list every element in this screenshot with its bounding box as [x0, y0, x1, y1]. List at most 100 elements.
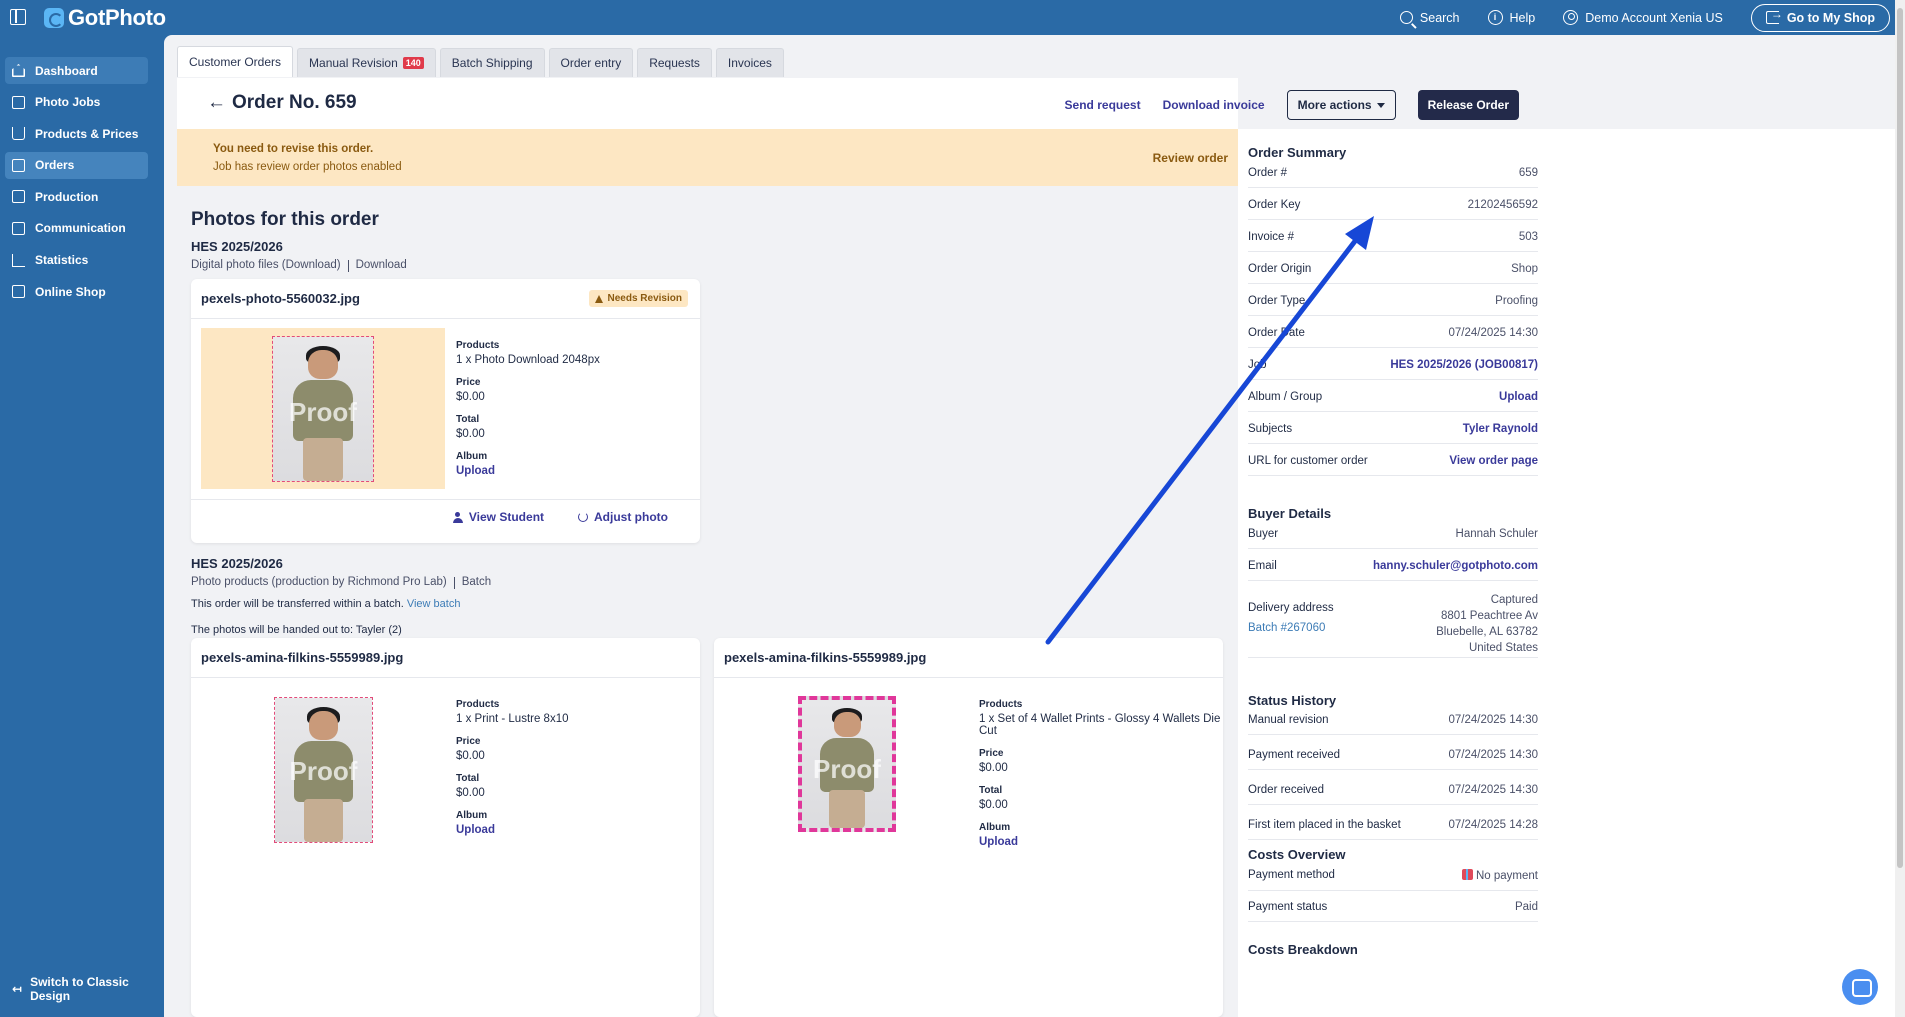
photo-thumbnail[interactable]: Proof [274, 697, 373, 843]
download-invoice-button[interactable]: Download invoice [1163, 98, 1265, 112]
row-key: URL for customer order [1248, 455, 1368, 467]
help-label: Help [1509, 10, 1536, 25]
chart-icon [12, 253, 25, 267]
buyer-details-title: Buyer Details [1248, 506, 1332, 521]
account-menu[interactable]: Demo Account Xenia US [1563, 10, 1723, 25]
sidebar-item-photo-jobs[interactable]: Photo Jobs [5, 89, 148, 116]
scrollbar-thumb[interactable] [1897, 8, 1903, 868]
album-group-link[interactable]: Upload [1499, 391, 1538, 403]
total-value: $0.00 [456, 428, 485, 440]
album-label: Album [456, 810, 488, 821]
order-panel: ← Order No. 659 Send request Download in… [177, 78, 1519, 1017]
row-value: Shop [1511, 263, 1538, 275]
sidebar-item-dashboard[interactable]: Dashboard [5, 57, 148, 84]
review-order-link[interactable]: Review order [1153, 151, 1228, 165]
summary-row: Subjects Tyler Raynold [1248, 423, 1538, 444]
price-label: Price [979, 748, 1004, 759]
photo-head [308, 710, 339, 740]
sidebar-item-label: Orders [35, 158, 75, 173]
adjust-photo-label: Adjust photo [594, 510, 668, 524]
sidebar-item-label: Products & Prices [35, 126, 139, 141]
adjust-photo-button[interactable]: Adjust photo [578, 510, 668, 524]
sidebar-item-communication[interactable]: Communication [5, 215, 148, 242]
album-link[interactable]: Upload [979, 836, 1223, 848]
row-value: 503 [1518, 231, 1538, 243]
sidebar-item-orders[interactable]: Orders [5, 151, 148, 179]
tab-label: Invoices [727, 56, 772, 70]
separator [453, 577, 455, 589]
back-arrow-icon[interactable]: ← [207, 92, 226, 114]
photo-card-wallet: pexels-amina-filkins-5559989.jpg Proof P… [714, 638, 1223, 1017]
photo-card-print: pexels-amina-filkins-5559989.jpg Proof P… [191, 638, 700, 1017]
sidebar-toggle-icon[interactable] [10, 9, 26, 25]
sidebar-item-production[interactable]: Production [5, 183, 148, 210]
subject-link[interactable]: Tyler Raynold [1463, 423, 1538, 435]
sidebar-item-label: Dashboard [35, 63, 98, 78]
tab-manual-revision[interactable]: Manual Revision 140 [297, 48, 436, 77]
row-value: Hannah Schuler [1455, 528, 1538, 540]
shop-button-label: Go to My Shop [1786, 10, 1875, 25]
page-scrollbar[interactable] [1895, 0, 1905, 1017]
total-label: Total [456, 773, 480, 784]
sidebar-item-label: Online Shop [35, 284, 106, 299]
group2-desc: Photo products (production by Richmond P… [191, 576, 447, 588]
tab-batch-shipping[interactable]: Batch Shipping [439, 48, 545, 77]
go-to-my-shop-button[interactable]: Go to My Shop [1750, 3, 1890, 32]
photo-thumbnail-selected[interactable]: Proof [798, 696, 896, 832]
group1-desc: Digital photo files (Download) [191, 259, 341, 271]
alert-title: You need to revise this order. [213, 143, 374, 155]
more-actions-dropdown[interactable]: More actions [1286, 90, 1396, 120]
row-value: 07/24/2025 14:28 [1448, 819, 1538, 831]
cost-row: Payment method No payment [1248, 869, 1538, 891]
sidebar-item-online-shop[interactable]: Online Shop [5, 278, 148, 305]
row-value: No payment [1475, 870, 1538, 882]
email-link[interactable]: hanny.schuler@gotphoto.com [1373, 560, 1538, 572]
products-value: 1 x Photo Download 2048px [456, 354, 600, 366]
album-link[interactable]: Upload [456, 824, 569, 836]
total-value: $0.00 [979, 799, 1008, 811]
release-order-button[interactable]: Release Order [1417, 90, 1519, 120]
row-key: Payment status [1248, 901, 1328, 913]
job-link[interactable]: HES 2025/2026 (JOB00817) [1390, 359, 1538, 371]
row-key: Order # [1248, 167, 1287, 179]
photos-section-title: Photos for this order [191, 209, 379, 230]
photo-head [308, 349, 338, 379]
search-button[interactable]: Search [1399, 11, 1460, 25]
products-label: Products [979, 699, 1023, 710]
tab-invoices[interactable]: Invoices [715, 48, 784, 77]
tab-label: Manual Revision [309, 56, 398, 70]
summary-row: URL for customer order View order page [1248, 455, 1538, 476]
tab-customer-orders[interactable]: Customer Orders [177, 46, 294, 77]
view-student-button[interactable]: View Student [452, 510, 544, 524]
switch-classic-label: Switch to Classic Design [30, 975, 129, 1003]
badge-label: Needs Revision [607, 293, 682, 304]
group2-type: Batch [461, 576, 492, 588]
delivery-address-row: Delivery address Batch #267060 Captured … [1248, 592, 1538, 658]
tab-order-entry[interactable]: Order entry [548, 48, 634, 77]
tab-requests[interactable]: Requests [637, 48, 712, 77]
batch-link[interactable]: Batch #267060 [1248, 622, 1334, 634]
switch-classic-design-button[interactable]: ↤ Switch to Classic Design [12, 975, 164, 1003]
proof-watermark: Proof [813, 754, 881, 784]
address-line: United States [1468, 642, 1538, 654]
summary-row: Order Date 07/24/2025 14:30 [1248, 327, 1538, 348]
row-key: Album / Group [1248, 391, 1323, 403]
row-key: Delivery address [1248, 602, 1334, 614]
photo-thumbnail[interactable]: Proof [272, 336, 374, 482]
send-request-button[interactable]: Send request [1065, 98, 1141, 112]
row-key: Order Type [1248, 295, 1306, 307]
album-link[interactable]: Upload [456, 465, 600, 477]
photo-product-info: Products 1 x Print - Lustre 8x10 Price $… [456, 699, 569, 847]
help-button[interactable]: i Help [1487, 10, 1536, 25]
row-key: Order received [1248, 784, 1325, 796]
tab-label: Order entry [560, 56, 622, 70]
photo-product-info: Products 1 x Set of 4 Wallet Prints - Gl… [979, 699, 1223, 859]
card-divider [191, 318, 700, 319]
sidebar-item-statistics[interactable]: Statistics [5, 247, 148, 274]
view-batch-link[interactable]: View batch [407, 598, 461, 610]
sidebar-item-label: Statistics [35, 253, 89, 268]
brand-logo[interactable]: GotPhoto [44, 5, 166, 31]
view-order-page-link[interactable]: View order page [1449, 455, 1538, 467]
sidebar-item-products-prices[interactable]: Products & Prices [5, 120, 148, 147]
chat-launcher-button[interactable] [1842, 969, 1878, 1005]
